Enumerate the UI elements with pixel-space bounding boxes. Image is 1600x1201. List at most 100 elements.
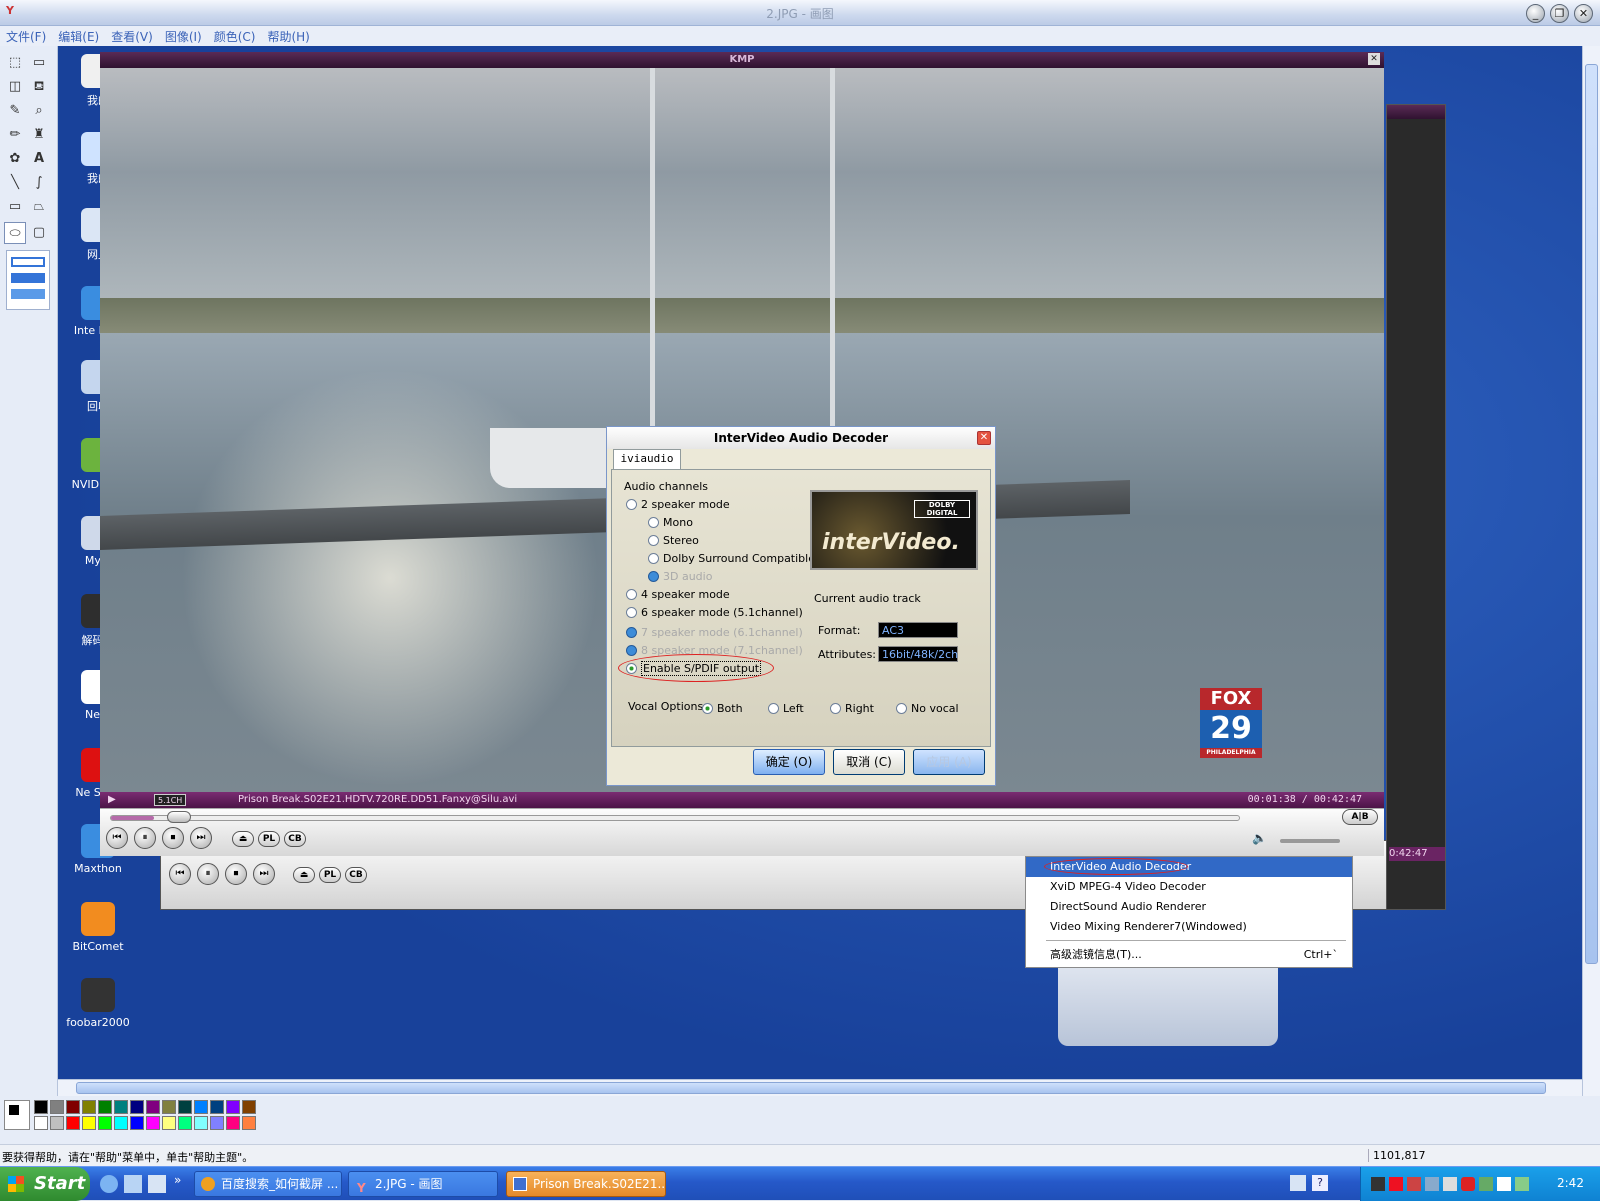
vertical-scroll-thumb[interactable] <box>1585 64 1598 964</box>
rect-select-icon[interactable]: ▭ <box>28 52 50 74</box>
quicklaunch-media-icon[interactable] <box>148 1175 166 1193</box>
menu-file[interactable]: 文件(F) <box>0 26 52 47</box>
minimize-button[interactable]: _ <box>1526 4 1545 23</box>
palette-swatch[interactable] <box>146 1116 160 1130</box>
palette-swatch[interactable] <box>146 1100 160 1114</box>
palette-swatch[interactable] <box>66 1100 80 1114</box>
back-pl-button[interactable]: PL <box>319 867 341 883</box>
menu-item-directsound[interactable]: DirectSound Audio Renderer <box>1026 897 1352 917</box>
kmp-titlebar[interactable]: KMP ✕ <box>100 52 1384 68</box>
ok-button[interactable]: 确定 (O) <box>753 749 825 775</box>
back-eject-button[interactable]: ⏏ <box>293 867 315 883</box>
menu-image[interactable]: 图像(I) <box>159 26 208 47</box>
eraser-icon[interactable]: ◫ <box>4 76 26 98</box>
palette-swatch[interactable] <box>242 1100 256 1114</box>
menu-color[interactable]: 颜色(C) <box>208 26 262 47</box>
palette-swatch[interactable] <box>226 1116 240 1130</box>
radio-dolby-surround[interactable]: Dolby Surround Compatible <box>648 552 815 565</box>
tab-iviaudio[interactable]: iviaudio <box>613 449 681 469</box>
palette-swatch[interactable] <box>50 1116 64 1130</box>
text-tool-icon[interactable]: A <box>28 148 50 170</box>
vocal-both[interactable]: Both <box>702 702 743 715</box>
tray-keyboard-icon[interactable] <box>1290 1175 1306 1191</box>
palette-swatch[interactable] <box>178 1116 192 1130</box>
palette-swatch[interactable] <box>194 1116 208 1130</box>
seek-thumb[interactable] <box>166 811 191 823</box>
cancel-button[interactable]: 取消 (C) <box>833 749 905 775</box>
tray-volume-icon[interactable] <box>1443 1177 1457 1191</box>
palette-swatch[interactable] <box>242 1116 256 1130</box>
palette-swatch[interactable] <box>50 1100 64 1114</box>
pause-button[interactable]: ⏸ <box>134 827 156 849</box>
palette-swatch[interactable] <box>210 1116 224 1130</box>
airbrush-icon[interactable]: ✿ <box>4 148 26 170</box>
horizontal-scrollbar[interactable] <box>58 1079 1582 1096</box>
stop-button[interactable]: ⏹ <box>162 827 184 849</box>
playlist-button[interactable]: PL <box>258 831 280 847</box>
vocal-right[interactable]: Right <box>830 702 874 715</box>
palette-swatch[interactable] <box>194 1100 208 1114</box>
vertical-scrollbar[interactable] <box>1582 46 1600 1096</box>
control-box-button[interactable]: CB <box>284 831 306 847</box>
dialog-close-icon[interactable]: ✕ <box>977 431 991 445</box>
vocal-left[interactable]: Left <box>768 702 804 715</box>
volume-icon[interactable]: 🔈 <box>1252 831 1267 845</box>
current-colors[interactable] <box>4 1100 30 1130</box>
tray-app-icon-4[interactable] <box>1479 1177 1493 1191</box>
start-button[interactable]: Start <box>0 1167 90 1201</box>
kmp-close-icon[interactable]: ✕ <box>1368 53 1380 65</box>
ab-repeat-button[interactable]: A|B <box>1342 809 1378 825</box>
fill-style-options[interactable] <box>6 250 50 310</box>
tray-shield-icon[interactable] <box>1461 1177 1475 1191</box>
menu-item-vmr7[interactable]: Video Mixing Renderer7(Windowed) <box>1026 917 1352 937</box>
desktop-icon[interactable]: BitComet <box>58 902 138 953</box>
tray-help-icon[interactable]: ? <box>1312 1175 1328 1191</box>
palette-swatch[interactable] <box>210 1100 224 1114</box>
rounded-rect-icon[interactable]: ▢ <box>28 222 50 244</box>
fill-bucket-icon[interactable]: ⛾ <box>28 76 50 98</box>
quicklaunch-more-icon[interactable]: » <box>174 1173 181 1187</box>
vocal-no-vocal[interactable]: No vocal <box>896 702 959 715</box>
tray-app-icon-3[interactable] <box>1407 1177 1421 1191</box>
line-icon[interactable]: ╲ <box>4 172 26 194</box>
rectangle-icon[interactable]: ▭ <box>4 196 26 218</box>
tray-app-icon-2[interactable] <box>1389 1177 1403 1191</box>
tray-network-icon[interactable] <box>1425 1177 1439 1191</box>
horizontal-scroll-thumb[interactable] <box>76 1082 1546 1094</box>
back-pause-button[interactable]: ⏸ <box>197 863 219 885</box>
desktop-icon[interactable]: foobar2000 <box>58 978 138 1029</box>
task-paint[interactable]: Y 2.JPG - 画图 <box>348 1171 498 1197</box>
palette-swatch[interactable] <box>162 1116 176 1130</box>
polygon-icon[interactable]: ⏢ <box>28 196 50 218</box>
quicklaunch-ie-icon[interactable] <box>100 1175 118 1193</box>
color-picker-icon[interactable]: ✎ <box>4 100 26 122</box>
magnifier-icon[interactable]: ⌕ <box>28 100 50 122</box>
palette-swatch[interactable] <box>82 1116 96 1130</box>
back-cb-button[interactable]: CB <box>345 867 367 883</box>
tray-app-icon-1[interactable] <box>1371 1177 1385 1191</box>
tray-app-icon-6[interactable] <box>1515 1177 1529 1191</box>
palette-swatch[interactable] <box>82 1100 96 1114</box>
radio-2-speaker[interactable]: 2 speaker mode <box>626 498 730 511</box>
menu-item-advanced-filter[interactable]: 高级滤镜信息(T)... Ctrl+` <box>1026 945 1352 965</box>
next-button[interactable]: ⏭ <box>190 827 212 849</box>
palette-swatch[interactable] <box>34 1100 48 1114</box>
palette-swatch[interactable] <box>98 1100 112 1114</box>
back-next-button[interactable]: ⏭ <box>253 863 275 885</box>
tray-clock[interactable]: 2:42 <box>1557 1176 1584 1190</box>
back-prev-button[interactable]: ⏮ <box>169 863 191 885</box>
quicklaunch-desktop-icon[interactable] <box>124 1175 142 1193</box>
brush-icon[interactable]: ♜ <box>28 124 50 146</box>
palette-swatch[interactable] <box>114 1100 128 1114</box>
radio-stereo[interactable]: Stereo <box>648 534 699 547</box>
palette-swatch[interactable] <box>98 1116 112 1130</box>
task-baidu[interactable]: 百度搜索_如何截屏 ... <box>194 1171 342 1197</box>
apply-button[interactable]: 应用 (A) <box>913 749 985 775</box>
free-select-icon[interactable]: ⬚ <box>4 52 26 74</box>
restore-button[interactable]: ❐ <box>1550 4 1569 23</box>
ellipse-icon[interactable]: ⬭ <box>4 222 26 244</box>
radio-7-speaker[interactable]: 7 speaker mode (6.1channel) <box>626 626 803 639</box>
menu-edit[interactable]: 编辑(E) <box>52 26 105 47</box>
palette-swatch[interactable] <box>114 1116 128 1130</box>
menu-help[interactable]: 帮助(H) <box>261 26 315 47</box>
